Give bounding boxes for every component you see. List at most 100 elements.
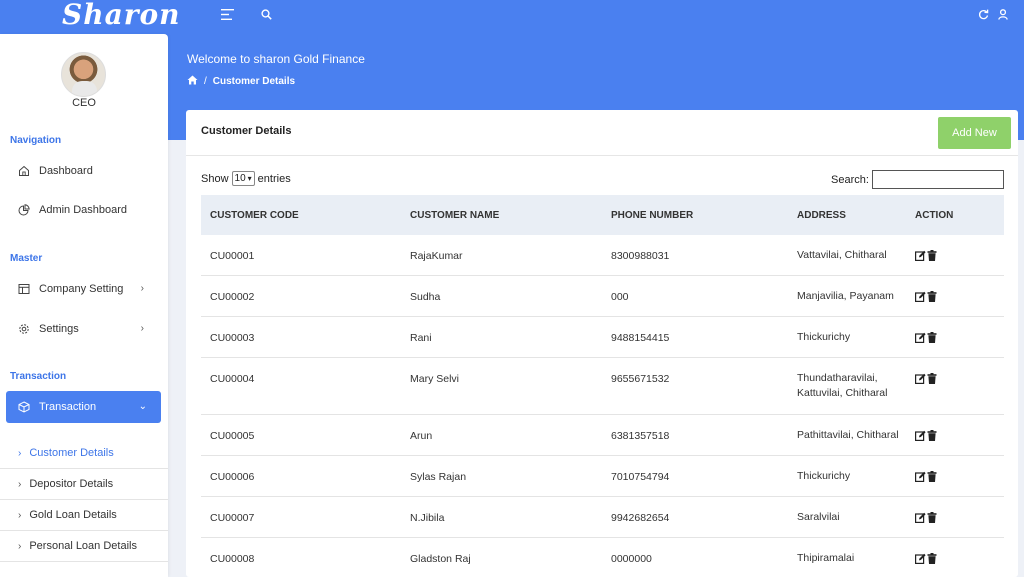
- sidebar-subitem-personal-loan-details[interactable]: › Personal Loan Details: [0, 531, 168, 562]
- sidebar-item-company-setting[interactable]: Company Setting ›: [18, 279, 148, 299]
- delete-icon[interactable]: [927, 512, 937, 523]
- column-header-action[interactable]: ACTION: [906, 210, 1004, 221]
- cell-actions: [906, 358, 1004, 384]
- cell-phone-number: 0000000: [611, 553, 652, 565]
- cell-phone-number: 6381357518: [611, 430, 670, 442]
- table-row: CU00004 Mary Selvi 9655671532 Thundatharavi…: [201, 358, 1004, 415]
- cell-customer-name: Sudha: [410, 291, 441, 303]
- delete-icon[interactable]: [927, 291, 937, 302]
- customer-details-card: Customer Details Add New Show 10 ▾ entri…: [186, 110, 1018, 577]
- sidebar-subitem-label: Depositor Details: [29, 478, 114, 490]
- column-header-phone[interactable]: PHONE NUMBER: [602, 210, 788, 221]
- chevron-right-icon: ›: [140, 283, 144, 294]
- home-icon[interactable]: [187, 75, 198, 88]
- sidebar-item-label: Company Setting: [39, 283, 124, 295]
- breadcrumb: / Customer Details: [187, 75, 295, 88]
- cell-actions: [906, 235, 1004, 261]
- sidebar-subitem-gold-loan-details[interactable]: › Gold Loan Details: [0, 500, 168, 531]
- edit-icon[interactable]: [915, 250, 926, 261]
- cell-customer-name: RajaKumar: [410, 250, 463, 262]
- cell-phone-number: 8300988031: [611, 250, 670, 262]
- edit-icon[interactable]: [915, 291, 926, 302]
- cell-phone-number: 9655671532: [611, 373, 670, 385]
- edit-icon[interactable]: [915, 373, 926, 384]
- entries-select[interactable]: 10 ▾: [231, 171, 255, 186]
- chevron-right-icon: ›: [18, 509, 22, 521]
- search-input[interactable]: [872, 170, 1004, 189]
- user-role: CEO: [72, 97, 96, 109]
- cell-actions: [906, 317, 1004, 343]
- app-logo[interactable]: Sharon: [62, 0, 181, 31]
- entries-label: entries: [257, 172, 291, 185]
- home-icon: [18, 165, 30, 177]
- customer-table: CUSTOMER CODE CUSTOMER NAME PHONE NUMBER…: [201, 195, 1004, 577]
- sidebar-item-label: Transaction: [39, 401, 97, 413]
- cell-actions: [906, 497, 1004, 523]
- delete-icon[interactable]: [927, 250, 937, 261]
- cell-phone-number: 9942682654: [611, 512, 670, 524]
- sidebar-item-dashboard[interactable]: Dashboard: [18, 161, 148, 181]
- table-row: CU00008 Gladston Raj 0000000 Thipiramalai: [201, 538, 1004, 577]
- refresh-icon[interactable]: [978, 9, 989, 20]
- cell-actions: [906, 415, 1004, 441]
- section-master: Master: [10, 253, 43, 264]
- delete-icon[interactable]: [927, 430, 937, 441]
- chevron-right-icon: ›: [18, 478, 22, 490]
- avatar[interactable]: [61, 52, 106, 97]
- cell-customer-name: Gladston Raj: [410, 553, 471, 565]
- cell-address: Thundatharavilai, Kattuvilai, Chitharal: [797, 372, 888, 399]
- cell-customer-code: CU00006: [210, 471, 255, 483]
- sidebar-subitem-label: Customer Details: [29, 447, 114, 459]
- chevron-right-icon: ›: [140, 323, 144, 334]
- delete-icon[interactable]: [927, 553, 937, 564]
- edit-icon[interactable]: [915, 430, 926, 441]
- menu-toggle-icon[interactable]: [221, 9, 234, 20]
- cell-customer-name: Sylas Rajan: [410, 471, 467, 483]
- edit-icon[interactable]: [915, 332, 926, 343]
- user-icon[interactable]: [998, 9, 1008, 20]
- welcome-text: Welcome to sharon Gold Finance: [187, 52, 365, 66]
- delete-icon[interactable]: [927, 332, 937, 343]
- sidebar-item-settings[interactable]: Settings ›: [18, 319, 148, 339]
- breadcrumb-separator: /: [204, 76, 207, 87]
- column-header-code[interactable]: CUSTOMER CODE: [201, 210, 401, 221]
- chevron-down-icon: ⌄: [138, 401, 147, 412]
- sidebar-subitem-label: Personal Loan Details: [29, 540, 137, 552]
- cell-actions: [906, 538, 1004, 564]
- cell-phone-number: 9488154415: [611, 332, 670, 344]
- cell-address: Thickurichy: [797, 470, 851, 482]
- layout-icon: [18, 283, 30, 295]
- cell-customer-code: CU00002: [210, 291, 255, 303]
- column-header-name[interactable]: CUSTOMER NAME: [401, 210, 602, 221]
- sidebar-subitem-depositor-details[interactable]: › Depositor Details: [0, 469, 168, 500]
- table-row: CU00007 N.Jibila 9942682654 Saralvilai: [201, 497, 1004, 538]
- table-row: CU00003 Rani 9488154415 Thickurichy: [201, 317, 1004, 358]
- cell-customer-code: CU00001: [210, 250, 255, 262]
- chevron-right-icon: ›: [18, 540, 22, 552]
- cell-customer-code: CU00005: [210, 430, 255, 442]
- show-label: Show: [201, 172, 229, 185]
- sidebar-item-admin-dashboard[interactable]: Admin Dashboard: [18, 200, 148, 220]
- section-transaction: Transaction: [10, 371, 67, 382]
- cell-customer-name: Mary Selvi: [410, 373, 460, 385]
- table-row: CU00006 Sylas Rajan 7010754794 Thickurichy: [201, 456, 1004, 497]
- column-header-address[interactable]: ADDRESS: [788, 210, 906, 221]
- sidebar-subitem-label: Gold Loan Details: [29, 509, 117, 521]
- sidebar-item-transaction[interactable]: Transaction ⌄: [6, 391, 161, 423]
- edit-icon[interactable]: [915, 512, 926, 523]
- search-icon[interactable]: [261, 9, 272, 20]
- delete-icon[interactable]: [927, 373, 937, 384]
- edit-icon[interactable]: [915, 471, 926, 482]
- edit-icon[interactable]: [915, 553, 926, 564]
- search-label: Search:: [831, 174, 869, 186]
- cell-phone-number: 7010754794: [611, 471, 670, 483]
- delete-icon[interactable]: [927, 471, 937, 482]
- section-navigation: Navigation: [10, 135, 62, 146]
- table-header: CUSTOMER CODE CUSTOMER NAME PHONE NUMBER…: [201, 195, 1004, 235]
- pie-chart-icon: [18, 204, 30, 216]
- cell-customer-name: Arun: [410, 430, 433, 442]
- cell-phone-number: 000: [611, 291, 629, 303]
- table-row: CU00002 Sudha 000 Manjavilia, Payanam: [201, 276, 1004, 317]
- sidebar-subitem-customer-details[interactable]: › Customer Details: [0, 438, 168, 469]
- add-new-button[interactable]: Add New: [938, 117, 1011, 149]
